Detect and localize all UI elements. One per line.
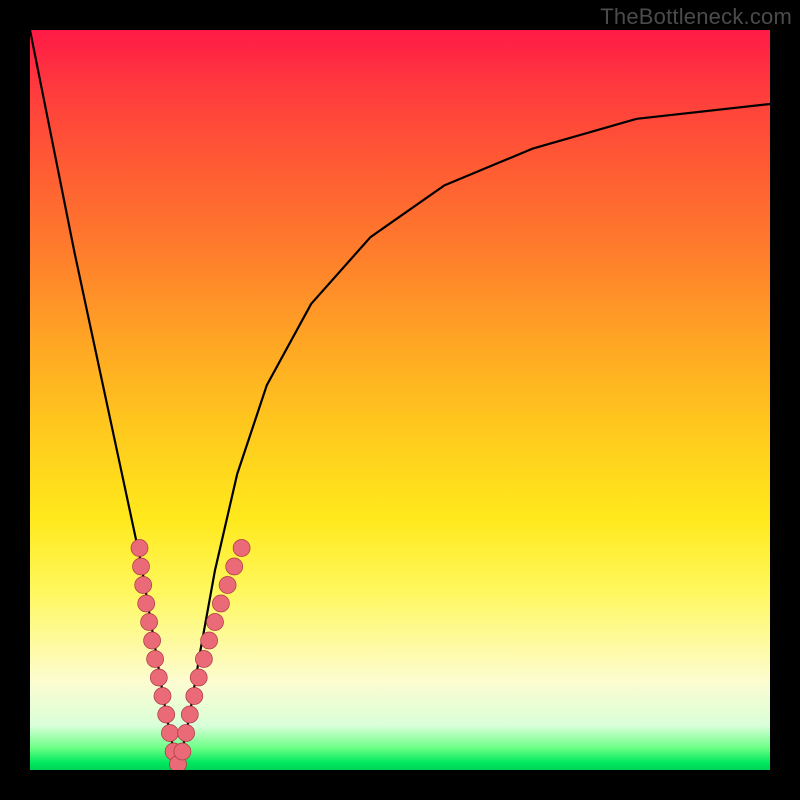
data-point bbox=[207, 614, 224, 631]
data-point bbox=[212, 595, 229, 612]
data-point bbox=[141, 614, 158, 631]
data-point bbox=[219, 577, 236, 594]
chart-frame: TheBottleneck.com bbox=[0, 0, 800, 800]
data-point bbox=[181, 706, 198, 723]
data-point bbox=[190, 669, 207, 686]
plot-area bbox=[30, 30, 770, 770]
data-point bbox=[195, 651, 212, 668]
data-point bbox=[133, 558, 150, 575]
data-points bbox=[131, 540, 250, 771]
data-point bbox=[154, 688, 171, 705]
bottleneck-curve bbox=[30, 30, 770, 770]
data-point bbox=[131, 540, 148, 557]
data-point bbox=[138, 595, 155, 612]
data-point bbox=[144, 632, 161, 649]
data-point bbox=[161, 725, 178, 742]
data-point bbox=[174, 743, 191, 760]
data-point bbox=[135, 577, 152, 594]
data-point bbox=[150, 669, 167, 686]
data-point bbox=[147, 651, 164, 668]
data-point bbox=[186, 688, 203, 705]
chart-svg bbox=[30, 30, 770, 770]
watermark-text: TheBottleneck.com bbox=[600, 4, 792, 30]
data-point bbox=[233, 540, 250, 557]
data-point bbox=[178, 725, 195, 742]
data-point bbox=[226, 558, 243, 575]
data-point bbox=[158, 706, 175, 723]
data-point bbox=[201, 632, 218, 649]
